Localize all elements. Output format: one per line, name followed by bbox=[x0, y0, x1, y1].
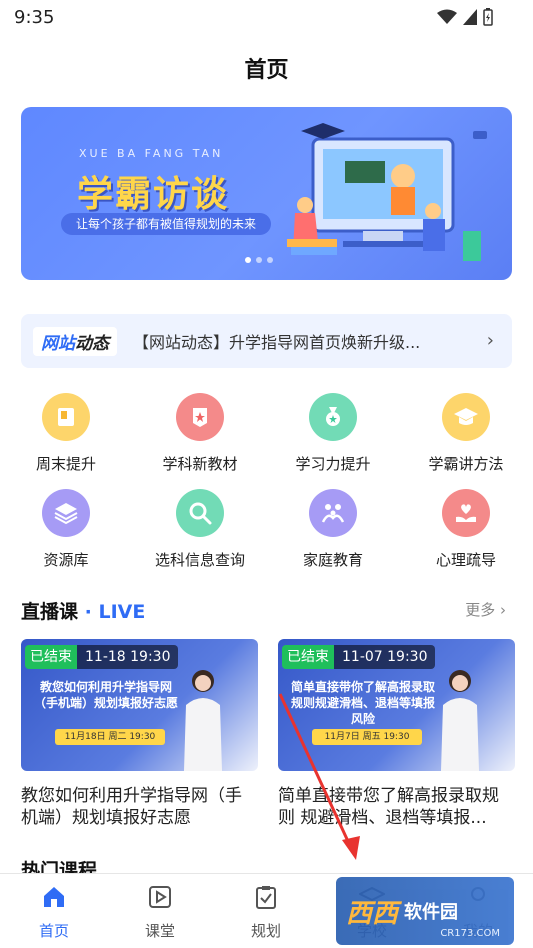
carousel-dot bbox=[245, 257, 251, 263]
live-status-badge: 已结束 11-07 19:30 bbox=[282, 645, 436, 669]
live-time: 11-07 19:30 bbox=[334, 645, 436, 669]
layers-icon bbox=[42, 489, 90, 537]
status-bar: 9:35 bbox=[0, 0, 533, 36]
grid-label: 资源库 bbox=[43, 551, 89, 569]
grid-item-learning-power[interactable]: 学习力提升 bbox=[278, 393, 388, 474]
watermark-text: 软件园 bbox=[404, 902, 459, 923]
thumbnail-date: 11月18日 周二 19:30 bbox=[55, 729, 165, 745]
grid-label: 选科信息查询 bbox=[154, 551, 245, 569]
news-tag: 网站动态 bbox=[33, 326, 117, 356]
family-icon bbox=[309, 489, 357, 537]
grid-label: 学科新教材 bbox=[162, 455, 238, 473]
live-section-title: 直播课 · LIVE bbox=[21, 597, 145, 624]
star-badge-icon bbox=[176, 393, 224, 441]
grid-item-resources[interactable]: 资源库 bbox=[11, 489, 121, 570]
grid-item-top-student[interactable]: 学霸讲方法 bbox=[411, 393, 521, 474]
thumbnail-headline: 教您如何利用升学指导网（手机端）规划填报好志愿 bbox=[33, 680, 178, 710]
medal-icon bbox=[309, 393, 357, 441]
tab-label: 规划 bbox=[250, 922, 281, 940]
clipboard-icon bbox=[256, 886, 276, 909]
carousel-indicator bbox=[245, 257, 273, 263]
more-label: 更多 bbox=[465, 601, 496, 619]
watermark-url: CR173.COM bbox=[440, 928, 500, 939]
grid-label: 学习力提升 bbox=[295, 455, 371, 473]
banner-title: 学霸访谈 bbox=[77, 174, 230, 215]
grid-item-weekend[interactable]: 周末提升 bbox=[11, 393, 121, 474]
wifi-icon bbox=[437, 9, 457, 24]
news-tag-part-a: 网站 bbox=[41, 333, 75, 354]
live-card[interactable]: 已结束 11-18 19:30 教您如何利用升学指导网（手机端）规划填报好志愿 … bbox=[21, 639, 258, 829]
grid-item-subject-query[interactable]: 选科信息查询 bbox=[145, 489, 255, 570]
live-title-text: 直播课 bbox=[21, 601, 79, 623]
banner-carousel[interactable]: XUE BA FANG TAN 学霸访谈 让每个孩子都有被值得规划的未来 bbox=[21, 107, 512, 280]
live-tag: · LIVE bbox=[78, 601, 146, 623]
signal-icon bbox=[463, 9, 477, 25]
news-ticker[interactable]: 网站动态 【网站动态】升学指导网首页焕新升级... › bbox=[21, 314, 512, 368]
grid-item-family-education[interactable]: 家庭教育 bbox=[278, 489, 388, 570]
book-icon bbox=[42, 393, 90, 441]
banner-slogan: 让每个孩子都有被值得规划的未来 bbox=[61, 213, 271, 235]
watermark-logo: 西西 软件园 CR173.COM bbox=[336, 877, 514, 945]
live-section-header: 直播课 · LIVE 更多 › bbox=[21, 597, 512, 623]
carousel-dot bbox=[267, 257, 273, 263]
live-status-badge: 已结束 11-18 19:30 bbox=[25, 645, 179, 669]
play-icon bbox=[149, 886, 171, 908]
banner-illustration bbox=[287, 123, 487, 261]
more-link[interactable]: 更多 › bbox=[465, 599, 506, 620]
watermark-brand: 西西 bbox=[346, 898, 399, 929]
banner-subtitle: XUE BA FANG TAN bbox=[79, 147, 224, 160]
presenter-image bbox=[441, 670, 479, 771]
annotation-arrow bbox=[278, 693, 360, 860]
tab-classroom[interactable]: 课堂 bbox=[120, 884, 200, 941]
grid-label: 周末提升 bbox=[35, 455, 96, 473]
magnifier-icon bbox=[176, 489, 224, 537]
news-text: 【网站动态】升学指导网首页焕新升级... bbox=[133, 333, 421, 352]
tab-label: 课堂 bbox=[144, 922, 175, 940]
page-title: 首页 bbox=[244, 58, 289, 83]
battery-icon bbox=[483, 8, 493, 26]
grid-label: 学霸讲方法 bbox=[428, 455, 504, 473]
home-icon bbox=[44, 887, 64, 907]
live-status: 已结束 bbox=[282, 645, 334, 669]
chevron-right-icon: › bbox=[500, 601, 506, 619]
chevron-right-icon: › bbox=[486, 330, 494, 351]
grid-label: 心理疏导 bbox=[435, 551, 496, 569]
tab-label: 首页 bbox=[38, 922, 69, 940]
tab-plan[interactable]: 规划 bbox=[226, 884, 306, 941]
graduation-cap-icon bbox=[442, 393, 490, 441]
heart-hand-icon bbox=[442, 489, 490, 537]
news-tag-part-b: 动态 bbox=[75, 333, 109, 354]
presenter-image bbox=[184, 670, 222, 771]
grid-item-psychology[interactable]: 心理疏导 bbox=[411, 489, 521, 570]
live-card-title: 教您如何利用升学指导网（手机端）规划填报好志愿 bbox=[21, 786, 242, 828]
live-time: 11-18 19:30 bbox=[77, 645, 179, 669]
status-time: 9:35 bbox=[14, 7, 55, 28]
grid-item-new-textbook[interactable]: 学科新教材 bbox=[145, 393, 255, 474]
live-status: 已结束 bbox=[25, 645, 77, 669]
live-card-thumbnail: 已结束 11-18 19:30 教您如何利用升学指导网（手机端）规划填报好志愿 … bbox=[21, 639, 258, 771]
tab-home[interactable]: 首页 bbox=[14, 884, 94, 941]
status-icons bbox=[437, 8, 493, 26]
grid-label: 家庭教育 bbox=[302, 551, 363, 569]
carousel-dot bbox=[256, 257, 262, 263]
